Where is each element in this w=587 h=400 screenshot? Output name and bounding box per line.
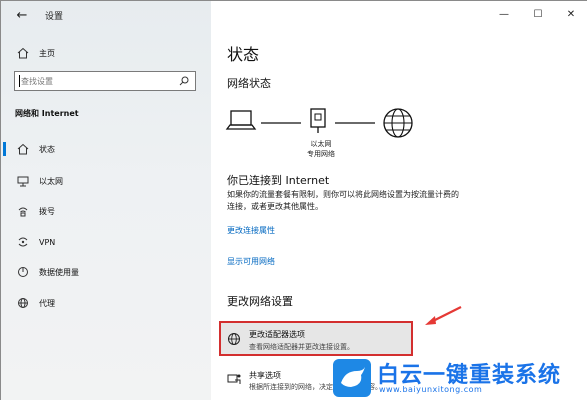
diagram-caption-line: 以太网	[310, 140, 332, 148]
diagram-caption: 以太网 专用网络	[301, 139, 341, 159]
titlebar: ← 设置	[1, 1, 211, 31]
close-button[interactable]: ✕	[561, 7, 581, 23]
sidebar-item-data-usage[interactable]: 数据使用量	[1, 260, 211, 284]
show-available-networks-link[interactable]: 显示可用网络	[227, 256, 275, 267]
annotation-arrow	[425, 306, 462, 325]
sidebar-item-label: 状态	[39, 144, 55, 154]
sidebar-item-label: 代理	[39, 298, 55, 308]
search-placeholder: 查找设置	[21, 77, 53, 86]
description-line: 如果你的流量套餐有限制，则你可以将此网络设置为按流量计费的	[227, 190, 459, 199]
data-usage-icon	[16, 265, 30, 279]
globe-icon	[16, 296, 30, 310]
adapter-description: 查看网络适配器并更改连接设置。	[249, 343, 354, 351]
dialup-icon	[16, 204, 30, 218]
sidebar: ← 设置 主页 查找设置 网络和 Internet 状态 以太网 拨号 VPN …	[1, 1, 211, 400]
maximize-button[interactable]: ☐	[528, 7, 548, 23]
sidebar-item-label: 拨号	[39, 206, 55, 216]
change-connection-properties-link[interactable]: 更改连接属性	[227, 225, 275, 236]
change-adapter-options-button[interactable]: 更改适配器选项 查看网络适配器并更改连接设置。	[219, 321, 413, 356]
sidebar-item-label: 主页	[39, 48, 55, 58]
change-settings-heading: 更改网络设置	[227, 295, 293, 308]
page-title: 状态	[227, 45, 260, 64]
computer-icon	[225, 110, 257, 130]
diagram-caption-line: 专用网络	[307, 150, 335, 158]
minimize-button[interactable]: —	[494, 7, 514, 23]
sidebar-item-label: VPN	[39, 237, 56, 247]
globe-icon	[383, 108, 413, 138]
sidebar-item-proxy[interactable]: 代理	[1, 291, 211, 315]
network-status-heading: 网络状态	[227, 77, 271, 90]
sidebar-item-label: 数据使用量	[39, 267, 79, 277]
home-network-icon	[16, 142, 30, 156]
sidebar-item-dialup[interactable]: 拨号	[1, 199, 211, 223]
ethernet-icon	[310, 108, 326, 133]
sharing-title: 共享选项	[249, 371, 281, 380]
description-line: 连接，或者更改其他属性。	[227, 202, 323, 211]
watermark-url: www.baiyunxitong.com	[379, 385, 483, 394]
text-caret	[19, 75, 20, 87]
section-label: 网络和 Internet	[15, 109, 79, 118]
sidebar-item-vpn[interactable]: VPN	[1, 230, 211, 254]
adapter-globe-icon	[228, 333, 240, 345]
sharing-icon	[227, 374, 241, 384]
main-pane: — ☐ ✕ 状态 网络状态 以太网 专用网络 你已连接到 Internet 如果…	[211, 1, 587, 400]
home-icon	[16, 46, 30, 60]
sidebar-item-status[interactable]: 状态	[1, 137, 211, 161]
sidebar-item-label: 以太网	[39, 176, 63, 186]
app-title: 设置	[45, 12, 64, 22]
search-icon[interactable]	[179, 76, 189, 86]
ethernet-icon	[16, 174, 30, 188]
connected-description: 如果你的流量套餐有限制，则你可以将此网络设置为按流量计费的 连接，或者更改其他属…	[227, 189, 527, 213]
vpn-icon	[16, 235, 30, 249]
settings-window: ← 设置 主页 查找设置 网络和 Internet 状态 以太网 拨号 VPN …	[0, 0, 587, 400]
search-input[interactable]: 查找设置	[14, 71, 196, 91]
active-indicator	[3, 142, 6, 156]
adapter-title: 更改适配器选项	[249, 330, 305, 339]
bird-logo-icon	[333, 359, 371, 397]
back-arrow-icon[interactable]: ←	[13, 7, 31, 25]
sidebar-item-home[interactable]: 主页	[1, 41, 211, 65]
connected-heading: 你已连接到 Internet	[227, 174, 330, 187]
watermark-logo: 白云一键重装系统 www.baiyunxitong.com	[333, 357, 587, 399]
sidebar-item-ethernet[interactable]: 以太网	[1, 169, 211, 193]
